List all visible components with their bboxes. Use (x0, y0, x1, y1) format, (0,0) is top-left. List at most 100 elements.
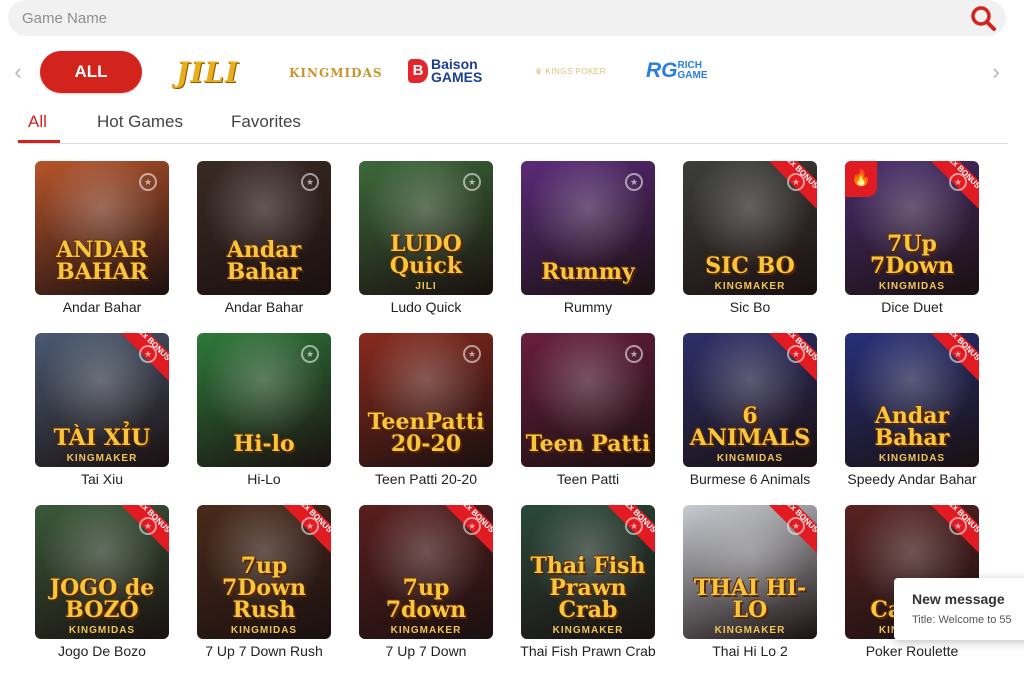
tab-all[interactable]: All (28, 112, 47, 132)
game-card[interactable]: ★ ANDAR BAHAR Andar Bahar (35, 161, 169, 336)
game-thumbnail[interactable]: 🔥 2x BONUS ★ 7Up 7Down KINGMIDAS (845, 161, 979, 295)
game-brand-label: KINGMAKER (390, 625, 462, 636)
game-thumbnail[interactable]: 2x BONUS ★ SIC BO KINGMAKER (683, 161, 817, 295)
game-thumbnail[interactable]: 2x BONUS ★ 7up 7Down Rush KINGMIDAS (197, 505, 331, 639)
favorite-star-icon[interactable]: ★ (139, 173, 157, 191)
game-card[interactable]: ★ LUDO Quick JILI Ludo Quick (359, 161, 493, 336)
game-thumbnail[interactable]: 2x BONUS ★ TÀI XỈU KINGMAKER (35, 333, 169, 467)
game-card[interactable]: 🔥 2x BONUS ★ 7Up 7Down KINGMIDAS Dice Duet (845, 161, 979, 336)
game-art-title: Thai Fish Prawn Crab (530, 553, 646, 623)
game-name: Dice Duet (881, 299, 943, 315)
game-card[interactable]: 2x BONUS ★ JOGO de BOZÓ KINGMIDAS Jogo De Bo… (35, 505, 169, 680)
game-name: 7 Up 7 Down Rush (205, 643, 323, 659)
favorite-star-icon[interactable]: ★ (625, 517, 643, 535)
game-card[interactable]: 2x BONUS ★ Andar Bahar KINGMIDAS Speedy Anda… (845, 333, 979, 508)
game-card[interactable]: 2x BONUS ★ 6 ANIMALS KINGMIDAS Burmese 6 Ani… (683, 333, 817, 508)
search-bar (8, 0, 1006, 36)
game-brand-label: KINGMAKER (66, 453, 138, 464)
game-art-title: 6 ANIMALS (689, 403, 811, 451)
game-art-title: Hi-lo (233, 431, 295, 457)
game-name: Rummy (563, 299, 613, 315)
game-thumbnail[interactable]: 2x BONUS ★ 7up 7down KINGMAKER (359, 505, 493, 639)
toast-body: Title: Welcome to 55 (912, 614, 1012, 626)
game-art-title: JOGO de BOZÓ (49, 575, 155, 623)
game-name: Jogo De Bozo (58, 643, 146, 659)
baison-line2: GAMES (431, 69, 483, 85)
game-thumbnail[interactable]: ★ Hi-lo (197, 333, 331, 467)
game-thumbnail[interactable]: ★ Teen Patti (521, 333, 655, 467)
game-art-title: 7up 7down (385, 575, 467, 623)
game-card[interactable]: ★ Rummy Rummy (521, 161, 655, 336)
game-card[interactable]: 2x BONUS ★ 7up 7down KINGMAKER 7 Up 7 Down (359, 505, 493, 680)
favorite-star-icon[interactable]: ★ (301, 173, 319, 191)
game-thumbnail[interactable]: 2x BONUS ★ Thai Fish Prawn Crab KINGMAKER (521, 505, 655, 639)
game-art-title: SIC BO (705, 253, 795, 279)
chevron-right-icon[interactable]: › (988, 61, 1004, 83)
game-card[interactable]: ★ Andar Bahar Andar Bahar (197, 161, 331, 336)
game-name: Tai Xiu (80, 471, 124, 487)
game-card[interactable]: 2x BONUS ★ THAI HI-LO KINGMAKER Thai Hi Lo 2 (683, 505, 817, 680)
favorite-star-icon[interactable]: ★ (787, 345, 805, 363)
game-card[interactable]: ★ Teen Patti Teen Patti (521, 333, 655, 508)
provider-all-button[interactable]: ALL (40, 51, 142, 93)
favorite-star-icon[interactable]: ★ (787, 173, 805, 191)
game-thumbnail[interactable]: 2x BONUS ★ JOGO de BOZÓ KINGMIDAS (35, 505, 169, 639)
favorite-star-icon[interactable]: ★ (139, 345, 157, 363)
game-name: Poker Roulette (865, 643, 959, 659)
game-name: Andar Bahar (62, 299, 142, 315)
favorite-star-icon[interactable]: ★ (463, 173, 481, 191)
favorite-star-icon[interactable]: ★ (625, 345, 643, 363)
game-thumbnail[interactable]: 2x BONUS ★ Andar Bahar KINGMIDAS (845, 333, 979, 467)
game-brand-label: KINGMIDAS (716, 453, 784, 464)
game-brand-label: KINGMAKER (714, 281, 786, 292)
game-card[interactable]: 2x BONUS ★ Thai Fish Prawn Crab KINGMAKER Th… (520, 505, 656, 680)
favorite-star-icon[interactable]: ★ (463, 345, 481, 363)
game-brand-label: KINGMIDAS (230, 625, 298, 636)
game-card[interactable]: 2x BONUS ★ SIC BO KINGMAKER Sic Bo (683, 161, 817, 336)
favorite-star-icon[interactable]: ★ (301, 345, 319, 363)
game-art-title: Rummy (541, 259, 635, 285)
provider-jili-logo[interactable]: JILI (176, 56, 239, 89)
game-art-title: LUDO Quick (389, 231, 463, 279)
provider-rich-game-logo[interactable]: RGRICH GAME (646, 59, 708, 83)
favorite-star-icon[interactable]: ★ (301, 517, 319, 535)
game-name: 7 Up 7 Down (385, 643, 467, 659)
game-thumbnail[interactable]: ★ Andar Bahar (197, 161, 331, 295)
rg-mark: RG (646, 59, 678, 82)
provider-kingmidas-logo[interactable]: KINGMIDAS (289, 66, 383, 80)
tab-hot-games[interactable]: Hot Games (97, 112, 183, 132)
favorite-star-icon[interactable]: ★ (949, 345, 967, 363)
tab-favorites[interactable]: Favorites (231, 112, 301, 132)
game-thumbnail[interactable]: ★ TeenPatti 20-20 (359, 333, 493, 467)
game-thumbnail[interactable]: ★ LUDO Quick JILI (359, 161, 493, 295)
search-input[interactable] (20, 0, 924, 36)
game-brand-label: KINGMAKER (552, 625, 624, 636)
game-art-title: Andar Bahar (874, 403, 950, 451)
game-thumbnail[interactable]: ★ Rummy (521, 161, 655, 295)
favorite-star-icon[interactable]: ★ (949, 173, 967, 191)
game-thumbnail[interactable]: ★ ANDAR BAHAR (35, 161, 169, 295)
favorite-star-icon[interactable]: ★ (787, 517, 805, 535)
favorite-star-icon[interactable]: ★ (463, 517, 481, 535)
game-name: Teen Patti (556, 471, 620, 487)
provider-kings-poker-logo[interactable]: ♛ KINGS POKER (535, 67, 606, 76)
new-message-toast[interactable]: New message Title: Welcome to 55 (894, 578, 1024, 640)
game-name: Andar Bahar (224, 299, 304, 315)
game-card[interactable]: 2x BONUS ★ 7up 7Down Rush KINGMIDAS 7 Up 7 D… (197, 505, 331, 680)
game-name: Sic Bo (729, 299, 771, 315)
game-name: Ludo Quick (390, 299, 462, 315)
search-icon[interactable] (970, 5, 996, 31)
game-card[interactable]: 2x BONUS ★ TÀI XỈU KINGMAKER Tai Xiu (35, 333, 169, 508)
game-card[interactable]: ★ Hi-lo Hi-Lo (197, 333, 331, 508)
chevron-left-icon[interactable]: ‹ (10, 61, 26, 83)
game-thumbnail[interactable]: 2x BONUS ★ THAI HI-LO KINGMAKER (683, 505, 817, 639)
favorite-star-icon[interactable]: ★ (139, 517, 157, 535)
game-card[interactable]: ★ TeenPatti 20-20 Teen Patti 20-20 (359, 333, 493, 508)
provider-baison-logo[interactable]: B Baison GAMES (408, 57, 483, 85)
game-thumbnail[interactable]: 2x BONUS ★ 6 ANIMALS KINGMIDAS (683, 333, 817, 467)
kings-poker-label: KINGS POKER (545, 67, 607, 76)
favorite-star-icon[interactable]: ★ (625, 173, 643, 191)
game-name: Thai Hi Lo 2 (712, 643, 788, 659)
favorite-star-icon[interactable]: ★ (949, 517, 967, 535)
game-art-title: TÀI XỈU (53, 425, 151, 451)
